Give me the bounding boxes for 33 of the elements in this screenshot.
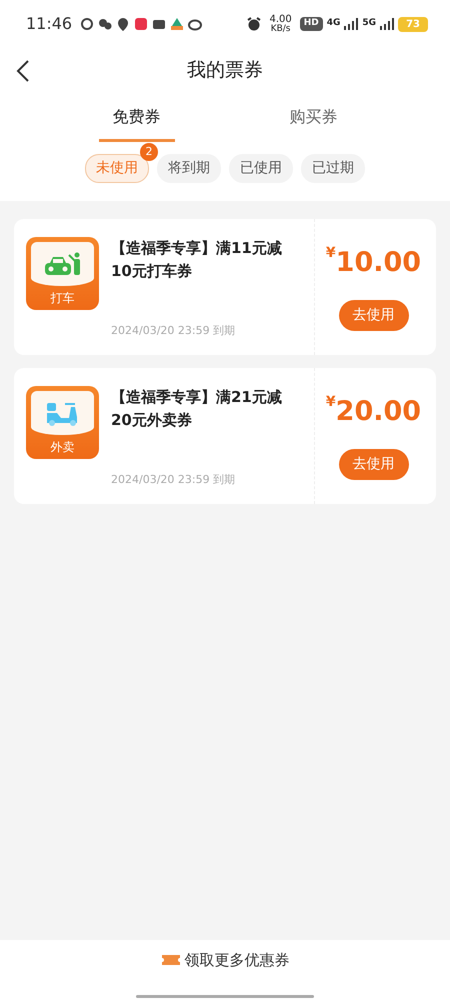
speed-unit: KB/s — [270, 24, 291, 34]
coupon-title: 【造福季专享】满21元减20元外卖券 — [111, 387, 283, 430]
app-icon — [188, 17, 202, 31]
filter-chip[interactable]: 已过期 — [301, 154, 365, 183]
network-type: 4G — [326, 17, 340, 30]
coupon-amount: ¥20.00 — [326, 393, 422, 430]
page-title: 我的票券 — [187, 58, 263, 83]
app-icon — [116, 17, 130, 31]
tab[interactable]: 购买券 — [276, 97, 352, 142]
count-badge: 2 — [140, 143, 158, 161]
badge-label: 打车 — [50, 290, 76, 307]
signal-icon — [344, 18, 358, 30]
app-icon — [98, 17, 112, 31]
network-speed: 4.00 — [269, 14, 292, 24]
app-icon — [152, 17, 166, 31]
signal-icon — [380, 18, 394, 30]
filter-chip[interactable]: 将到期 — [157, 154, 221, 183]
clock-time: 11:46 — [26, 13, 72, 35]
hd-indicator: HD — [300, 17, 323, 31]
coupon-title: 【造福季专享】满11元减10元打车券 — [111, 238, 283, 282]
expiry-date: 2024/03/20 23:59 到期 — [111, 472, 236, 488]
app-icon — [134, 17, 148, 31]
more-coupons-button[interactable]: 领取更多优惠券 — [154, 948, 296, 972]
alarm-icon — [247, 17, 262, 31]
filter-chip[interactable]: 已使用 — [229, 154, 293, 183]
expiry-date: 2024/03/20 23:59 到期 — [111, 322, 236, 338]
coupon-amount: ¥10.00 — [326, 244, 422, 280]
network-type: 5G — [362, 17, 376, 30]
app-icon — [80, 17, 94, 31]
battery-indicator: 73 — [398, 16, 428, 32]
badge-label: 外卖 — [50, 439, 76, 456]
car-person-icon — [42, 250, 82, 278]
app-icon — [170, 17, 184, 31]
